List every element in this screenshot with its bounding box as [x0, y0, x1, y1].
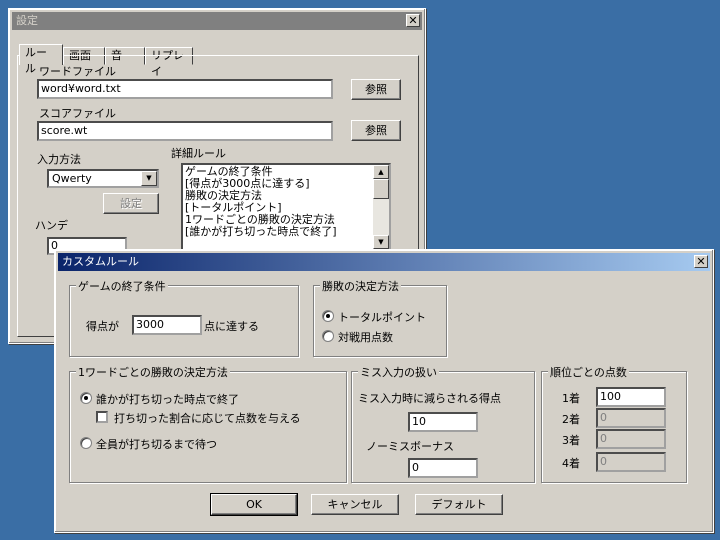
- miss-penalty-label: ミス入力時に減らされる得点: [358, 392, 501, 405]
- default-button[interactable]: デフォルト: [415, 494, 503, 515]
- match-score-radio[interactable]: [322, 330, 334, 342]
- detail-rules-label: 詳細ルール: [171, 147, 226, 160]
- chevron-down-icon[interactable]: ▼: [141, 171, 157, 186]
- first-finish-radio[interactable]: [80, 392, 92, 404]
- rank-points-title: 順位ごとの点数: [548, 364, 629, 380]
- score-file-browse-button[interactable]: 参照: [351, 120, 401, 141]
- end-condition-suffix: 点に達する: [204, 320, 259, 333]
- close-icon: ✕: [696, 255, 706, 268]
- rank-4-label: 4着: [562, 457, 580, 470]
- input-settings-button[interactable]: 設定: [103, 193, 159, 214]
- settings-close-button[interactable]: ✕: [406, 14, 420, 27]
- winner-method-title: 勝敗の決定方法: [320, 278, 401, 294]
- cancel-button[interactable]: キャンセル: [311, 494, 399, 515]
- rank-2-input[interactable]: 0: [596, 408, 666, 428]
- custom-rule-title: カスタムルール: [62, 255, 139, 268]
- input-method-value: Qwerty: [52, 172, 92, 185]
- first-finish-label[interactable]: 誰かが打ち切った時点で終了: [96, 391, 239, 407]
- scroll-up-icon[interactable]: ▲: [373, 165, 389, 179]
- close-icon: ✕: [408, 14, 418, 27]
- custom-rule-titlebar[interactable]: カスタムルール ✕: [58, 253, 710, 271]
- settings-titlebar[interactable]: 設定 ✕: [12, 12, 422, 30]
- tab-rule[interactable]: ルール: [19, 44, 63, 75]
- wait-all-label[interactable]: 全員が打ち切るまで待つ: [96, 436, 217, 452]
- rank-points-group: 順位ごとの点数 1着 100 2着 0 3着 0 4着 0: [541, 364, 687, 483]
- winner-method-group: 勝敗の決定方法 トータルポイント 対戦用点数: [313, 278, 447, 357]
- scroll-thumb[interactable]: [373, 179, 389, 199]
- miss-penalty-input[interactable]: 10: [408, 412, 478, 432]
- custom-rule-dialog: カスタムルール ✕ ゲームの終了条件 得点が 3000 点に達する 勝敗の決定方…: [54, 249, 714, 533]
- miss-input-title: ミス入力の扱い: [358, 364, 439, 380]
- match-score-label[interactable]: 対戦用点数: [338, 329, 393, 345]
- list-item: [誰かが打ち切った時点で終了]: [185, 225, 337, 238]
- total-point-label[interactable]: トータルポイント: [338, 309, 426, 325]
- rank-1-input[interactable]: 100: [596, 387, 666, 407]
- detail-rules-list[interactable]: ゲームの終了条件 [得点が3000点に達する] 勝敗の決定方法 [トータルポイン…: [181, 163, 391, 251]
- miss-input-group: ミス入力の扱い ミス入力時に減らされる得点 10 ノーミスボーナス 0: [351, 364, 535, 483]
- end-condition-group: ゲームの終了条件 得点が 3000 点に達する: [69, 278, 299, 357]
- scroll-down-icon[interactable]: ▼: [373, 235, 389, 249]
- rank-1-label: 1着: [562, 392, 580, 405]
- score-file-input[interactable]: score.wt: [37, 121, 333, 141]
- custom-rule-close-button[interactable]: ✕: [694, 255, 708, 268]
- end-condition-title: ゲームの終了条件: [76, 278, 168, 294]
- handicap-label: ハンデ: [35, 219, 68, 232]
- detail-rules-scrollbar[interactable]: ▲ ▼: [373, 165, 389, 249]
- no-miss-bonus-input[interactable]: 0: [408, 458, 478, 478]
- per-word-title: 1ワードごとの勝敗の決定方法: [76, 364, 230, 380]
- ratio-score-label[interactable]: 打ち切った割合に応じて点数を与える: [114, 410, 301, 426]
- word-file-browse-button[interactable]: 参照: [351, 79, 401, 100]
- input-method-select[interactable]: Qwerty ▼: [47, 169, 159, 188]
- ratio-score-checkbox[interactable]: [96, 411, 108, 423]
- word-file-label: ワードファイル: [39, 65, 116, 78]
- score-file-label: スコアファイル: [39, 107, 116, 120]
- wait-all-radio[interactable]: [80, 437, 92, 449]
- end-score-input[interactable]: 3000: [132, 315, 202, 335]
- input-method-label: 入力方法: [37, 153, 81, 166]
- rank-3-input[interactable]: 0: [596, 429, 666, 449]
- per-word-group: 1ワードごとの勝敗の決定方法 誰かが打ち切った時点で終了 打ち切った割合に応じて…: [69, 364, 347, 483]
- ok-button[interactable]: OK: [210, 493, 298, 516]
- rank-3-label: 3着: [562, 434, 580, 447]
- settings-title: 設定: [16, 14, 38, 27]
- rank-4-input[interactable]: 0: [596, 452, 666, 472]
- no-miss-bonus-label: ノーミスボーナス: [366, 440, 454, 453]
- word-file-input[interactable]: word¥word.txt: [37, 79, 333, 99]
- rank-2-label: 2着: [562, 413, 580, 426]
- end-condition-prefix: 得点が: [86, 320, 119, 333]
- total-point-radio[interactable]: [322, 310, 334, 322]
